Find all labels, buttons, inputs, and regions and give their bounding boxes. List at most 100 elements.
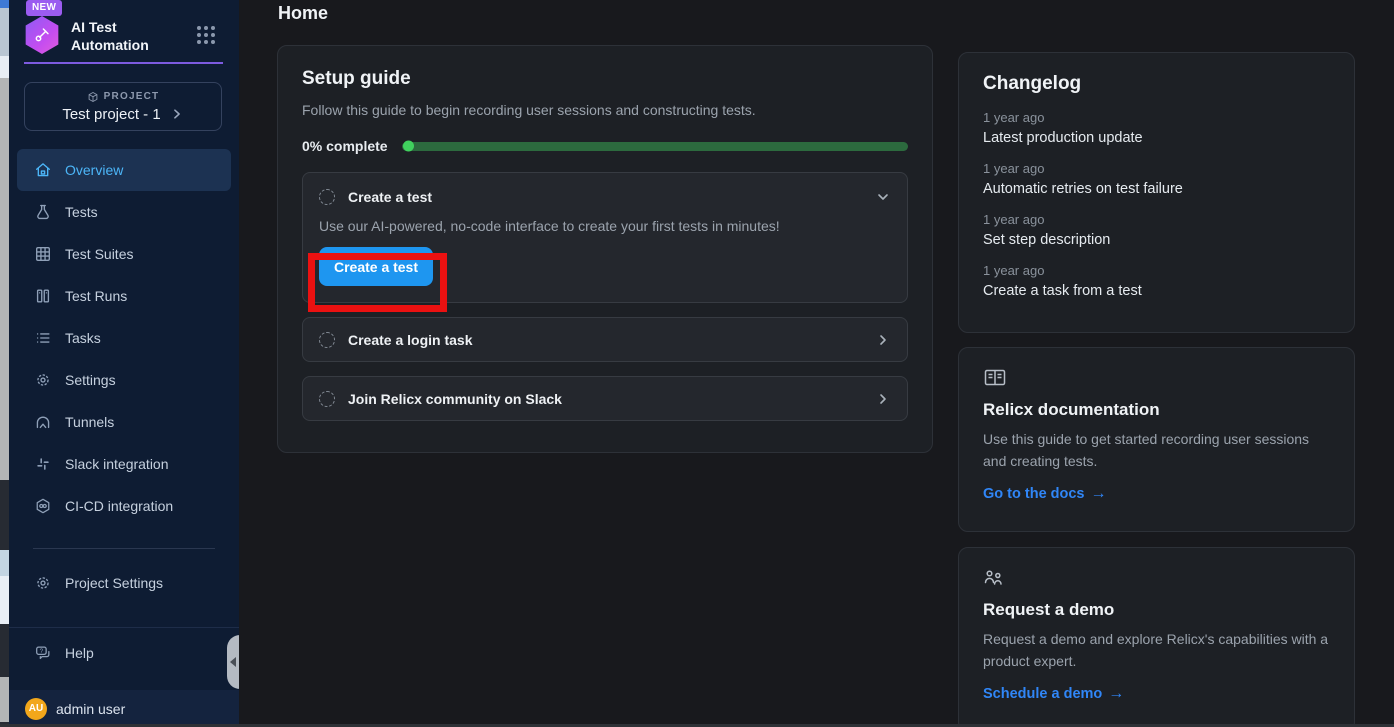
slack-icon xyxy=(34,455,52,473)
request-demo-title: Request a demo xyxy=(983,600,1330,620)
page-title: Home xyxy=(278,3,328,24)
sidebar-item-slack-integration[interactable]: Slack integration xyxy=(17,443,231,485)
documentation-description: Use this guide to get started recording … xyxy=(983,429,1330,472)
changelog-entry-title: Create a task from a test xyxy=(983,283,1330,299)
changelog-time: 1 year ago xyxy=(983,212,1330,227)
user-name: admin user xyxy=(56,701,125,717)
changelog-entry-title: Set step description xyxy=(983,232,1330,248)
step-description: Use our AI-powered, no-code interface to… xyxy=(319,218,891,234)
changelog-entry[interactable]: 1 year ago Automatic retries on test fai… xyxy=(983,161,1330,197)
progress-bar xyxy=(402,142,908,151)
sidebar-item-cicd-integration[interactable]: CI-CD integration xyxy=(17,485,231,527)
user-menu[interactable]: AU admin user xyxy=(9,690,239,727)
sidebar-item-label: Project Settings xyxy=(65,575,163,591)
project-selector[interactable]: PROJECT Test project - 1 xyxy=(24,82,222,131)
arrow-right-icon: → xyxy=(1108,685,1124,703)
gear-icon xyxy=(34,371,52,389)
sidebar-item-label: Tunnels xyxy=(65,414,114,430)
sidebar-item-help[interactable]: ? Help xyxy=(17,632,231,674)
arrow-right-icon: → xyxy=(1091,485,1107,503)
create-test-button[interactable]: Create a test xyxy=(319,247,433,286)
apps-grid-icon[interactable] xyxy=(197,26,215,44)
setup-progress: 0% complete xyxy=(302,138,908,154)
tunnel-icon xyxy=(34,413,52,431)
people-icon xyxy=(983,568,1005,588)
setup-guide-title: Setup guide xyxy=(302,68,908,90)
list-icon xyxy=(34,329,52,347)
sidebar-item-label: Tests xyxy=(65,204,98,220)
gavel-icon xyxy=(31,24,53,46)
new-badge: NEW xyxy=(26,0,62,16)
chevron-down-icon xyxy=(875,189,891,205)
sidebar-item-settings[interactable]: Settings xyxy=(17,359,231,401)
sidebar-footer: ? Help AU admin user xyxy=(9,627,239,727)
sidebar: NEW AI Test Automation PROJECT Test proj… xyxy=(9,0,239,727)
cube-icon xyxy=(87,91,99,103)
setup-step-create-test: Create a test Use our AI-powered, no-cod… xyxy=(302,172,908,303)
svg-text:?: ? xyxy=(40,648,44,655)
table-icon xyxy=(34,245,52,263)
step-title: Join Relicx community on Slack xyxy=(348,391,862,407)
chevron-right-icon xyxy=(875,391,891,407)
documentation-title: Relicx documentation xyxy=(983,400,1330,420)
sidebar-item-test-runs[interactable]: Test Runs xyxy=(17,275,231,317)
sidebar-item-tasks[interactable]: Tasks xyxy=(17,317,231,359)
changelog-entry[interactable]: 1 year ago Set step description xyxy=(983,212,1330,248)
project-label: PROJECT xyxy=(104,91,160,102)
request-demo-description: Request a demo and explore Relicx's capa… xyxy=(983,629,1330,672)
changelog-time: 1 year ago xyxy=(983,110,1330,125)
sidebar-item-label: Tasks xyxy=(65,330,101,346)
flask-icon xyxy=(34,203,52,221)
changelog-time: 1 year ago xyxy=(983,263,1330,278)
changelog-time: 1 year ago xyxy=(983,161,1330,176)
step-header[interactable]: Create a test xyxy=(319,189,891,205)
changelog-entry-title: Latest production update xyxy=(983,130,1330,146)
sidebar-item-tunnels[interactable]: Tunnels xyxy=(17,401,231,443)
step-status-icon xyxy=(319,189,335,205)
step-status-icon xyxy=(319,332,335,348)
sidebar-item-label: Help xyxy=(65,645,94,661)
step-title: Create a test xyxy=(348,189,862,205)
documentation-card: Relicx documentation Use this guide to g… xyxy=(958,347,1355,532)
background-window-sliver xyxy=(0,0,9,727)
changelog-entry[interactable]: 1 year ago Create a task from a test xyxy=(983,263,1330,299)
sidebar-item-overview[interactable]: Overview xyxy=(17,149,231,191)
home-icon xyxy=(34,161,52,179)
sidebar-divider xyxy=(33,548,215,549)
chevron-right-icon xyxy=(170,107,184,121)
project-name: Test project - 1 xyxy=(62,106,160,123)
book-icon xyxy=(983,368,1007,388)
changelog-title: Changelog xyxy=(983,73,1330,95)
columns-icon xyxy=(34,287,52,305)
step-title: Create a login task xyxy=(348,332,862,348)
sidebar-item-label: Settings xyxy=(65,372,116,388)
app-logo xyxy=(23,16,61,54)
brand-divider xyxy=(24,62,223,64)
chevron-right-icon xyxy=(875,332,891,348)
main-content: Home Setup guide Follow this guide to be… xyxy=(239,0,1394,727)
progress-label: 0% complete xyxy=(302,138,388,154)
setup-guide-card: Setup guide Follow this guide to begin r… xyxy=(277,45,933,453)
avatar: AU xyxy=(25,698,47,720)
sidebar-item-label: CI-CD integration xyxy=(65,498,173,514)
go-to-docs-link[interactable]: Go to the docs → xyxy=(983,485,1107,503)
sidebar-item-label: Test Suites xyxy=(65,246,133,262)
sidebar-item-label: Slack integration xyxy=(65,456,169,472)
setup-step-login-task[interactable]: Create a login task xyxy=(302,317,908,362)
sidebar-nav: Overview Tests Test Suites Test Runs xyxy=(17,149,231,527)
help-chat-icon: ? xyxy=(34,644,52,662)
sidebar-item-tests[interactable]: Tests xyxy=(17,191,231,233)
sidebar-item-project-settings[interactable]: Project Settings xyxy=(17,562,231,604)
app-title: AI Test Automation xyxy=(71,19,167,54)
sidebar-item-label: Overview xyxy=(65,162,123,178)
changelog-entry[interactable]: 1 year ago Latest production update xyxy=(983,110,1330,146)
gear-icon xyxy=(34,574,52,592)
progress-dot xyxy=(403,141,414,152)
setup-guide-description: Follow this guide to begin recording use… xyxy=(302,102,908,118)
step-status-icon xyxy=(319,391,335,407)
request-demo-card: Request a demo Request a demo and explor… xyxy=(958,547,1355,727)
setup-step-join-slack[interactable]: Join Relicx community on Slack xyxy=(302,376,908,421)
sidebar-item-test-suites[interactable]: Test Suites xyxy=(17,233,231,275)
sidebar-item-label: Test Runs xyxy=(65,288,127,304)
schedule-demo-link[interactable]: Schedule a demo → xyxy=(983,685,1124,703)
